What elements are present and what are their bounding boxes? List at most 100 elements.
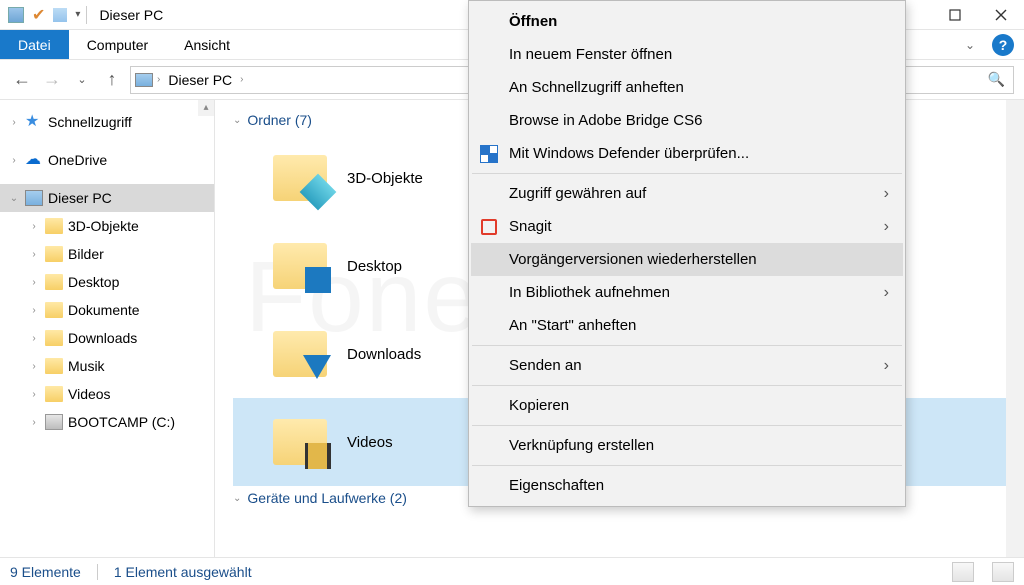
tree-label: Bilder (68, 246, 104, 262)
tree-label: 3D-Objekte (68, 218, 139, 234)
shield-icon (479, 144, 499, 164)
help-button[interactable]: ? (992, 34, 1014, 56)
chevron-right-icon: › (884, 185, 889, 203)
chevron-right-icon[interactable]: › (28, 417, 40, 428)
ctx-send-to[interactable]: Senden an› (471, 349, 903, 382)
tree-label: Downloads (68, 330, 137, 346)
tree-child-videos[interactable]: › Videos (0, 380, 214, 408)
scrollbar[interactable] (1006, 100, 1024, 557)
chevron-right-icon[interactable]: › (28, 249, 40, 260)
tree-child-documents[interactable]: › Dokumente (0, 296, 214, 324)
ctx-label: Kopieren (509, 397, 569, 414)
ctx-label: Mit Windows Defender überprüfen... (509, 145, 749, 162)
ctx-label: Eigenschaften (509, 477, 604, 494)
ctx-open-new-window[interactable]: In neuem Fenster öffnen (471, 38, 903, 71)
folder-icon (45, 274, 63, 290)
chevron-right-icon[interactable]: › (8, 117, 20, 128)
folder-icon (45, 302, 63, 318)
tree-quick-access[interactable]: › ★ Schnellzugriff (0, 108, 214, 136)
tree-label: OneDrive (48, 152, 107, 168)
tree-child-desktop[interactable]: ›Desktop (0, 268, 214, 296)
ctx-grant-access[interactable]: Zugriff gewähren auf› (471, 177, 903, 210)
qat-dropdown-icon[interactable]: ▾ (75, 9, 80, 20)
tree-this-pc[interactable]: ⌄ Dieser PC (0, 184, 214, 212)
chevron-right-icon[interactable]: › (28, 305, 40, 316)
tree-child-music[interactable]: ›Musik (0, 352, 214, 380)
chevron-right-icon[interactable]: › (28, 361, 40, 372)
chevron-right-icon[interactable]: › (28, 277, 40, 288)
tree-child-3d[interactable]: › 3D-Objekte (0, 212, 214, 240)
nav-back-button[interactable]: ← (10, 68, 34, 92)
group-label: Ordner (7) (247, 112, 312, 128)
ctx-separator (472, 425, 902, 426)
download-arrow-icon (303, 355, 331, 381)
nav-history-dropdown[interactable]: ⌄ (70, 68, 94, 92)
status-selected-count: 1 Element ausgewählt (114, 564, 252, 580)
tree-label: BOOTCAMP (C:) (68, 414, 175, 430)
ctx-pin-start[interactable]: An "Start" anheften (471, 309, 903, 342)
folder-label: 3D-Objekte (347, 170, 423, 187)
view-large-icons-button[interactable] (992, 562, 1014, 582)
breadcrumb-sep-icon[interactable]: › (157, 74, 160, 85)
tree-label: Videos (68, 386, 111, 402)
folder-label: Videos (347, 434, 393, 451)
nav-up-button[interactable]: ↑ (100, 68, 124, 92)
ctx-previous-versions[interactable]: Vorgängerversionen wiederherstellen (471, 243, 903, 276)
view-details-button[interactable] (952, 562, 974, 582)
tab-computer[interactable]: Computer (69, 30, 166, 59)
ctx-create-shortcut[interactable]: Verknüpfung erstellen (471, 429, 903, 462)
status-item-count: 9 Elemente (10, 564, 81, 580)
star-icon: ★ (25, 114, 43, 130)
close-button[interactable] (978, 0, 1024, 30)
qat-newfolder-icon[interactable] (53, 8, 67, 22)
folder-icon (273, 331, 327, 377)
tree-label: Dokumente (68, 302, 140, 318)
folder-icon (45, 330, 63, 346)
ctx-separator (472, 345, 902, 346)
breadcrumb-sep-icon[interactable]: › (240, 74, 243, 85)
tree-child-bootcamp[interactable]: › BOOTCAMP (C:) (0, 408, 214, 436)
tree-child-downloads[interactable]: › Downloads (0, 324, 214, 352)
ribbon-expand-icon[interactable]: ⌄ (952, 30, 988, 59)
ctx-include-library[interactable]: In Bibliothek aufnehmen› (471, 276, 903, 309)
ctx-copy[interactable]: Kopieren (471, 389, 903, 422)
ctx-browse-bridge[interactable]: Browse in Adobe Bridge CS6 (471, 104, 903, 137)
folder-icon (45, 386, 63, 402)
ctx-properties[interactable]: Eigenschaften (471, 469, 903, 502)
ctx-defender[interactable]: Mit Windows Defender überprüfen... (471, 137, 903, 170)
ctx-label: Öffnen (509, 13, 557, 30)
chevron-right-icon[interactable]: › (28, 221, 40, 232)
maximize-button[interactable] (932, 0, 978, 30)
ctx-open[interactable]: Öffnen (471, 5, 903, 38)
ctx-snagit[interactable]: Snagit › (471, 210, 903, 243)
breadcrumb-this-pc[interactable]: Dieser PC (164, 72, 236, 88)
folder-label: Downloads (347, 346, 421, 363)
tab-view[interactable]: Ansicht (166, 30, 248, 59)
ctx-label: In neuem Fenster öffnen (509, 46, 672, 63)
nav-forward-button[interactable]: → (40, 68, 64, 92)
cloud-icon: ☁ (25, 152, 43, 168)
tab-file[interactable]: Datei (0, 30, 69, 59)
chevron-right-icon: › (884, 218, 889, 236)
qat-properties-icon[interactable]: ✔ (32, 5, 45, 25)
chevron-right-icon[interactable]: › (8, 155, 20, 166)
folder-icon (45, 218, 63, 234)
chevron-down-icon[interactable]: ⌄ (8, 193, 20, 204)
folder-icon (45, 358, 63, 374)
tree-scroll-up[interactable]: ▴ (198, 100, 214, 116)
tree-onedrive[interactable]: › ☁ OneDrive (0, 146, 214, 174)
chevron-right-icon[interactable]: › (28, 389, 40, 400)
video-icon (305, 443, 331, 469)
folder-icon (45, 246, 63, 262)
tree-label: Schnellzugriff (48, 114, 132, 130)
folder-icon (273, 243, 327, 289)
desktop-icon (305, 267, 331, 293)
tree-child-pictures[interactable]: › Bilder (0, 240, 214, 268)
chevron-right-icon: › (884, 284, 889, 302)
tree-label: Dieser PC (48, 190, 112, 206)
system-icon[interactable] (8, 7, 24, 23)
ctx-label: Snagit (509, 218, 552, 235)
ctx-pin-quick-access[interactable]: An Schnellzugriff anheften (471, 71, 903, 104)
search-input[interactable]: 🔍 (894, 66, 1014, 94)
chevron-right-icon[interactable]: › (28, 333, 40, 344)
